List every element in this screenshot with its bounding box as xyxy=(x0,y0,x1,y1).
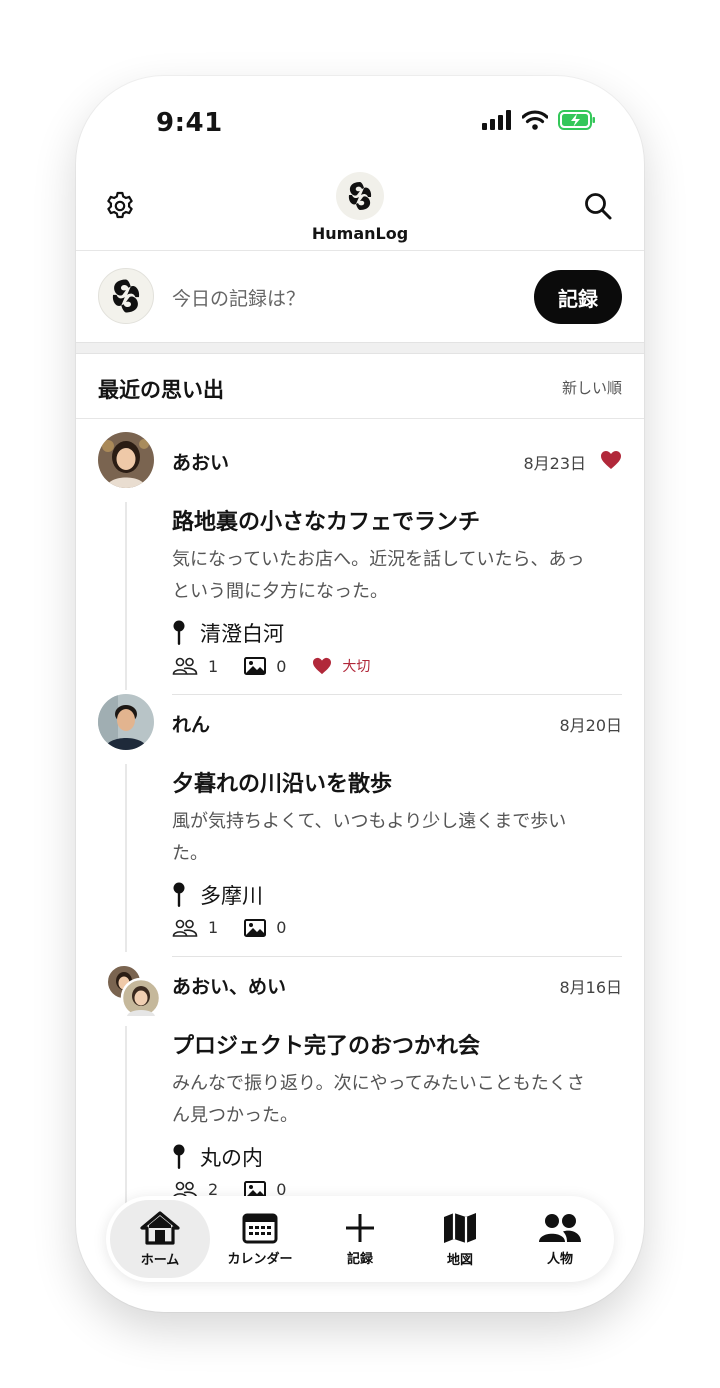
phone-screen: 9:41 HumanLog 今日の記録は？ 記録 最近の思い出 新しい順 あおい… xyxy=(76,76,644,1312)
post-body: 風が気持ちよくて、いつもより少し遠くまで歩いた。 xyxy=(172,811,567,864)
people-count-icon xyxy=(172,919,198,937)
post-title: 夕暮れの川沿いを散歩 xyxy=(172,772,393,797)
status-icons xyxy=(482,110,596,130)
app-logo: HumanLog xyxy=(76,172,644,243)
tab-label: カレンダー xyxy=(227,1251,293,1267)
wifi-icon xyxy=(522,110,548,130)
post-meta: 1 0 大切 xyxy=(172,656,396,676)
favorite-heart-icon xyxy=(313,657,332,675)
tab-people[interactable]: 人物 xyxy=(510,1200,610,1278)
post-title: 路地裏の小さなカフェでランチ xyxy=(172,510,481,535)
section-band xyxy=(76,342,644,354)
search-icon[interactable] xyxy=(582,190,614,222)
post-location: 多摩川 xyxy=(172,880,263,910)
section-title: 最近の思い出 xyxy=(98,378,224,402)
location-name: 丸の内 xyxy=(200,1146,263,1170)
group-avatar[interactable] xyxy=(106,964,162,1020)
post-date: 8月16日 xyxy=(559,978,622,997)
composer-input[interactable]: 今日の記録は？ xyxy=(172,284,305,311)
post-meta: 1 0 xyxy=(172,918,312,937)
post-separator xyxy=(172,956,622,957)
map-icon xyxy=(444,1212,476,1243)
post-body: みんなで振り返り。次にやってみたいこともたくさん見つかった。 xyxy=(172,1073,585,1126)
tab-label: ホーム xyxy=(140,1252,180,1268)
tab-label: 記録 xyxy=(346,1251,373,1267)
location-pin-icon xyxy=(173,620,185,645)
sort-toggle[interactable]: 新しい順 xyxy=(562,377,622,398)
thread-line xyxy=(125,1026,127,1206)
people-count-icon xyxy=(172,657,198,675)
post-title: プロジェクト完了のおつかれ会 xyxy=(172,1034,481,1059)
photo-count-icon xyxy=(244,657,267,675)
tab-bar: ホーム カレンダー 記録 地図 人物 xyxy=(106,1196,614,1282)
section-divider xyxy=(76,418,644,419)
photo-count: 0 xyxy=(276,918,287,937)
calendar-icon xyxy=(242,1213,278,1243)
post-date: 8月20日 xyxy=(559,716,622,735)
tab-calendar[interactable]: カレンダー xyxy=(210,1200,310,1278)
people-count: 1 xyxy=(208,918,219,937)
header-divider xyxy=(76,250,644,251)
thread-line xyxy=(125,502,127,690)
tab-map[interactable]: 地図 xyxy=(410,1200,510,1278)
avatar-ren[interactable] xyxy=(98,694,154,750)
post-body: 気になっていたお店へ。近況を話していたら、あっという間に夕方になった。 xyxy=(172,549,585,602)
record-button[interactable]: 記録 xyxy=(534,270,622,324)
home-icon xyxy=(140,1210,180,1245)
tab-home[interactable]: ホーム xyxy=(110,1200,210,1278)
author-name: あおい、めい xyxy=(172,976,287,998)
location-name: 多摩川 xyxy=(200,884,263,908)
my-avatar[interactable] xyxy=(98,268,154,324)
tab-label: 地図 xyxy=(446,1252,473,1268)
logo-avatar-icon xyxy=(112,279,140,313)
logo-mark xyxy=(336,172,384,220)
author-name: あおい xyxy=(172,452,230,474)
post-separator xyxy=(172,694,622,695)
post-location: 清澄白河 xyxy=(172,618,284,648)
photo-count: 0 xyxy=(276,656,287,676)
location-name: 清澄白河 xyxy=(200,622,284,646)
people-count: 1 xyxy=(208,656,219,676)
signal-icon xyxy=(482,110,511,130)
battery-icon xyxy=(558,110,595,130)
author-name: れん xyxy=(172,714,211,736)
plus-icon xyxy=(346,1213,374,1242)
location-pin-icon xyxy=(173,882,185,907)
avatar-aoi[interactable] xyxy=(98,432,154,488)
thread-line xyxy=(125,764,127,952)
post-date: 8月23日 xyxy=(523,454,586,473)
location-pin-icon xyxy=(173,1144,185,1169)
people-icon xyxy=(539,1213,581,1242)
app-name: HumanLog xyxy=(311,224,409,243)
favorite-label: 大切 xyxy=(342,659,371,675)
post-location: 丸の内 xyxy=(172,1142,263,1172)
status-time: 9:41 xyxy=(156,108,223,138)
favorite-heart-icon[interactable] xyxy=(600,450,622,470)
tab-record[interactable]: 記録 xyxy=(310,1200,410,1278)
photo-count-icon xyxy=(244,918,267,937)
tab-label: 人物 xyxy=(546,1251,573,1267)
